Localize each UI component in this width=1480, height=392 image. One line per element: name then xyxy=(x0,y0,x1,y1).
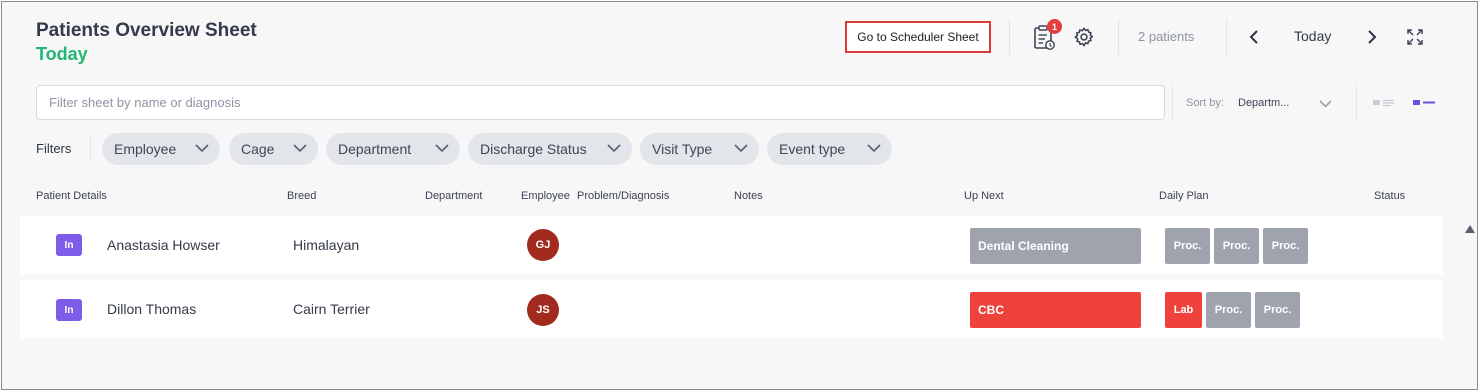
divider xyxy=(1172,86,1173,120)
daily-plan-item[interactable]: Proc. xyxy=(1263,228,1308,264)
chevron-down-icon xyxy=(435,144,449,153)
column-header-breed[interactable]: Breed xyxy=(287,190,316,202)
filter-event-type[interactable]: Event type xyxy=(767,133,892,165)
compact-view-icon[interactable] xyxy=(1412,96,1436,110)
filters-label: Filters xyxy=(36,141,72,156)
employee-avatar: GJ xyxy=(527,229,559,261)
column-header-employee[interactable]: Employee xyxy=(521,190,570,202)
chevron-down-icon xyxy=(293,144,307,153)
page-title: Patients Overview Sheet xyxy=(36,20,257,41)
daily-plan-item[interactable]: Proc. xyxy=(1255,292,1300,328)
today-button[interactable]: Today xyxy=(1294,28,1331,44)
column-header-problem-diagnosis[interactable]: Problem/Diagnosis xyxy=(577,190,669,202)
page-subtitle-date: Today xyxy=(36,44,88,64)
table-row[interactable]: In Anastasia Howser Himalayan GJ Dental … xyxy=(20,216,1443,274)
checked-in-badge: In xyxy=(56,234,82,256)
chevron-left-icon[interactable] xyxy=(1244,27,1264,47)
divider xyxy=(1009,19,1010,55)
filter-chip-label: Department xyxy=(338,141,412,157)
chevron-down-icon[interactable] xyxy=(1318,98,1332,110)
column-header-patient-details[interactable]: Patient Details xyxy=(36,190,107,202)
up-next-item[interactable]: CBC xyxy=(970,292,1141,328)
expand-icon[interactable] xyxy=(1405,27,1425,47)
chevron-down-icon xyxy=(867,144,881,153)
chevron-down-icon xyxy=(734,144,748,153)
divider xyxy=(1118,19,1119,55)
filter-discharge-status[interactable]: Discharge Status xyxy=(468,133,632,165)
scroll-up-icon[interactable] xyxy=(1465,220,1475,238)
patient-count: 2 patients xyxy=(1138,29,1195,44)
column-header-status[interactable]: Status xyxy=(1374,190,1405,202)
go-to-scheduler-button[interactable]: Go to Scheduler Sheet xyxy=(845,21,991,53)
filter-chip-label: Visit Type xyxy=(652,141,713,157)
sort-by-label: Sort by: xyxy=(1186,97,1224,109)
filter-department[interactable]: Department xyxy=(326,133,460,165)
chevron-down-icon xyxy=(195,144,209,153)
daily-plan-item[interactable]: Proc. xyxy=(1214,228,1259,264)
daily-plan-item[interactable]: Proc. xyxy=(1165,228,1210,264)
list-view-icon[interactable] xyxy=(1372,96,1396,110)
chevron-down-icon xyxy=(607,144,621,153)
divider xyxy=(90,136,91,162)
patient-breed: Himalayan xyxy=(293,237,360,253)
settings-gear-icon[interactable] xyxy=(1072,25,1096,49)
daily-plan-item[interactable]: Proc. xyxy=(1206,292,1251,328)
table-row[interactable]: In Dillon Thomas Cairn Terrier JS CBC La… xyxy=(20,280,1443,338)
filter-visit-type[interactable]: Visit Type xyxy=(640,133,759,165)
divider xyxy=(1226,19,1227,55)
divider xyxy=(1356,86,1357,120)
search-input[interactable] xyxy=(36,85,1165,120)
column-header-notes[interactable]: Notes xyxy=(734,190,763,202)
patient-breed: Cairn Terrier xyxy=(293,301,370,317)
column-header-daily-plan[interactable]: Daily Plan xyxy=(1159,190,1209,202)
filter-employee[interactable]: Employee xyxy=(102,133,220,165)
sort-by-select[interactable]: Departm... xyxy=(1238,97,1289,109)
patient-name[interactable]: Dillon Thomas xyxy=(107,301,196,317)
up-next-item[interactable]: Dental Cleaning xyxy=(970,228,1141,264)
daily-plan-item[interactable]: Lab xyxy=(1165,292,1202,328)
chevron-right-icon[interactable] xyxy=(1362,27,1382,47)
filter-chip-label: Employee xyxy=(114,141,177,157)
employee-avatar: JS xyxy=(527,294,559,326)
column-header-up-next[interactable]: Up Next xyxy=(964,190,1004,202)
filter-chip-label: Event type xyxy=(779,141,846,157)
column-header-department[interactable]: Department xyxy=(425,190,482,202)
tasks-count-badge: 1 xyxy=(1047,19,1062,34)
patient-name[interactable]: Anastasia Howser xyxy=(107,237,220,253)
filter-chip-label: Cage xyxy=(241,141,275,157)
filter-chip-label: Discharge Status xyxy=(480,141,587,157)
checked-in-badge: In xyxy=(56,299,82,321)
filter-cage[interactable]: Cage xyxy=(229,133,318,165)
